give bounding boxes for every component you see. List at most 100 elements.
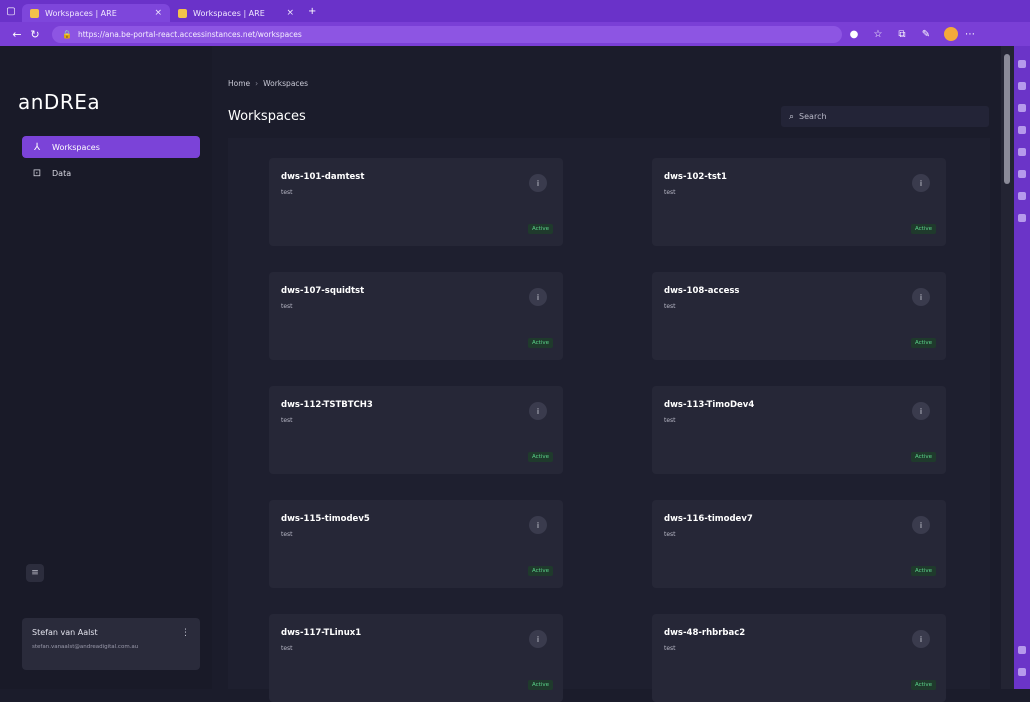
user-menu-icon[interactable]: ⋮ — [181, 628, 190, 638]
sidebar-settings-icon[interactable] — [1018, 646, 1026, 654]
browser-tab[interactable]: Workspaces | ARE × — [170, 4, 302, 22]
workspace-info-icon[interactable]: i — [912, 516, 930, 534]
status-badge: Active — [910, 566, 936, 576]
workspace-card[interactable]: dws-107-squidtst test i Active — [269, 272, 563, 360]
sidebar-item-label: Data — [52, 168, 72, 178]
sidebar-item-data[interactable]: ⊡ Data — [22, 162, 200, 184]
tab-close-icon[interactable]: × — [154, 8, 162, 18]
workspace-info-icon[interactable]: i — [912, 630, 930, 648]
workspace-info-icon[interactable]: i — [529, 402, 547, 420]
workspace-subtitle: test — [281, 417, 293, 424]
search-icon: ⌕ — [789, 111, 795, 122]
new-tab-icon[interactable]: + — [308, 6, 316, 17]
user-email: stefan.vanaalst@andreadigital.com.au — [32, 644, 139, 650]
workspace-card[interactable]: dws-115-timodev5 test i Active — [269, 500, 563, 588]
lock-icon: 🔒 — [62, 29, 72, 39]
workspace-card[interactable]: dws-112-TSTBTCH3 test i Active — [269, 386, 563, 474]
tab-title: Workspaces | ARE — [193, 8, 265, 18]
workspace-subtitle: test — [664, 645, 676, 652]
workspace-subtitle: test — [281, 531, 293, 538]
workspace-subtitle: test — [664, 531, 676, 538]
extension-icon[interactable]: ● — [842, 29, 866, 40]
workspace-info-icon[interactable]: i — [529, 174, 547, 192]
search-sidebar-icon[interactable] — [1018, 60, 1026, 68]
breadcrumb: Home › Workspaces — [228, 79, 308, 88]
user-name: Stefan van Aalst — [32, 628, 98, 637]
workspace-info-icon[interactable]: i — [912, 288, 930, 306]
workspace-info-icon[interactable]: i — [529, 288, 547, 306]
workspace-subtitle: test — [664, 189, 676, 196]
profile-avatar-icon[interactable] — [944, 27, 958, 41]
user-card[interactable]: Stefan van Aalst stefan.vanaalst@andread… — [22, 618, 200, 670]
workspace-name: dws-115-timodev5 — [281, 514, 370, 524]
search-input[interactable] — [799, 112, 970, 121]
copilot-sidebar-icon[interactable] — [1018, 148, 1026, 156]
favicon-icon — [30, 8, 39, 18]
sidebar: anDREa ⅄ Workspaces ⊡ Data ≡ Stefan van … — [0, 46, 212, 689]
breadcrumb-home[interactable]: Home — [228, 79, 250, 88]
workspace-info-icon[interactable]: i — [529, 630, 547, 648]
workspace-card[interactable]: dws-108-access test i Active — [652, 272, 946, 360]
status-badge: Active — [527, 224, 553, 234]
workspace-info-icon[interactable]: i — [529, 516, 547, 534]
browser-tab-bar: ▢ Workspaces | ARE × Workspaces | ARE × … — [0, 0, 1030, 22]
more-icon[interactable]: ⋯ — [958, 29, 982, 40]
tab-close-icon[interactable]: × — [286, 8, 294, 18]
refresh-icon[interactable]: ↻ — [26, 28, 44, 41]
workspace-subtitle: test — [281, 303, 293, 310]
edit-icon[interactable]: ✎ — [914, 29, 938, 40]
breadcrumb-separator-icon: › — [255, 79, 259, 88]
logo: anDREa — [18, 90, 101, 114]
status-badge: Active — [910, 452, 936, 462]
search-box[interactable]: ⌕ — [781, 106, 989, 127]
collections-icon[interactable]: ⧉ — [890, 29, 914, 40]
workspace-name: dws-117-TLinux1 — [281, 628, 362, 638]
workspace-info-icon[interactable]: i — [912, 402, 930, 420]
address-bar: ← ↻ 🔒 https://ana.be-portal-react.access… — [0, 22, 1030, 46]
sidebar-toggle-icon[interactable] — [1018, 668, 1026, 676]
workspace-subtitle: test — [664, 303, 676, 310]
workspace-subtitle: test — [281, 645, 293, 652]
shopping-sidebar-icon[interactable] — [1018, 104, 1026, 112]
tools-sidebar-icon[interactable] — [1018, 82, 1026, 90]
url-text: https://ana.be-portal-react.accessinstan… — [77, 29, 302, 39]
collapse-sidebar-button[interactable]: ≡ — [26, 564, 44, 582]
data-icon: ⊡ — [32, 167, 42, 179]
status-badge: Active — [910, 338, 936, 348]
workspace-name: dws-107-squidtst — [281, 286, 365, 296]
favorites-icon[interactable]: ☆ — [866, 29, 890, 40]
workspace-name: dws-116-timodev7 — [664, 514, 753, 524]
status-badge: Active — [527, 338, 553, 348]
scrollbar-thumb[interactable] — [1004, 54, 1010, 184]
sidebar-item-label: Workspaces — [52, 142, 100, 152]
workspace-card[interactable]: dws-116-timodev7 test i Active — [652, 500, 946, 588]
status-badge: Active — [910, 224, 936, 234]
favicon-icon — [178, 8, 187, 18]
workspace-name: dws-108-access — [664, 286, 740, 296]
workspace-card[interactable]: dws-102-tst1 test i Active — [652, 158, 946, 246]
page-title: Workspaces — [228, 109, 306, 124]
status-badge: Active — [527, 452, 553, 462]
page-scrollbar[interactable] — [1001, 46, 1014, 689]
add-sidebar-icon[interactable] — [1018, 214, 1026, 222]
workspace-name: dws-48-rhbrbac2 — [664, 628, 746, 638]
breadcrumb-current: Workspaces — [263, 79, 309, 88]
office-sidebar-icon[interactable] — [1018, 170, 1026, 178]
status-badge: Active — [527, 566, 553, 576]
sidebar-item-workspaces[interactable]: ⅄ Workspaces — [22, 136, 200, 158]
browser-tab-active[interactable]: Workspaces | ARE × — [22, 4, 170, 22]
workspace-subtitle: test — [664, 417, 676, 424]
workspace-card[interactable]: dws-113-TimoDev4 test i Active — [652, 386, 946, 474]
workspace-card[interactable]: dws-101-damtest test i Active — [269, 158, 563, 246]
workspace-name: dws-112-TSTBTCH3 — [281, 400, 373, 410]
browser-sidebar — [1014, 46, 1030, 689]
url-field[interactable]: 🔒 https://ana.be-portal-react.accessinst… — [52, 25, 842, 43]
workspaces-icon: ⅄ — [33, 141, 41, 153]
workspace-subtitle: test — [281, 189, 293, 196]
outlook-sidebar-icon[interactable] — [1018, 192, 1026, 200]
workspace-name: dws-101-damtest — [281, 172, 365, 182]
window-menu-icon[interactable]: ▢ — [0, 0, 22, 22]
back-icon[interactable]: ← — [8, 28, 26, 41]
workspace-info-icon[interactable]: i — [912, 174, 930, 192]
games-sidebar-icon[interactable] — [1018, 126, 1026, 134]
